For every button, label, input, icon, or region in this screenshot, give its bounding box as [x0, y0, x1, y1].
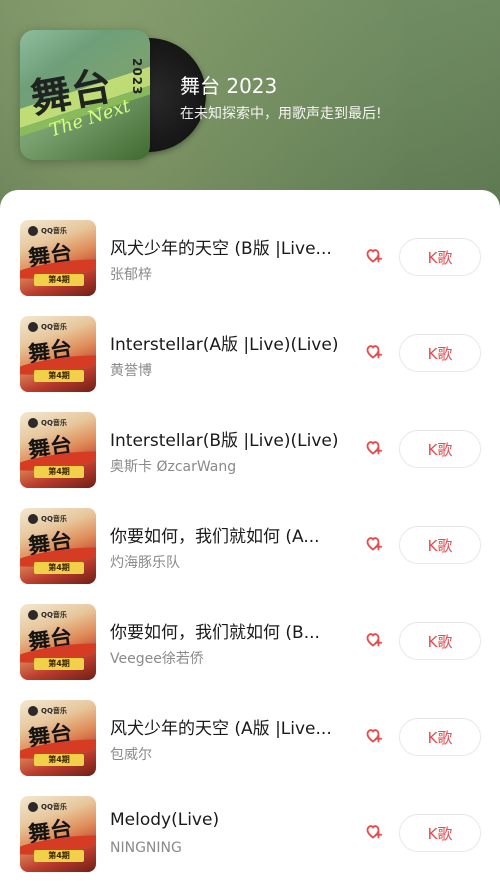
add-to-playlist-icon[interactable]	[362, 533, 384, 555]
song-thumbnail: QQ音乐 舞台 第4期	[20, 412, 96, 488]
song-artist: 奥斯卡 ØzcarWang	[110, 459, 237, 475]
song-title: Melody(Live)	[110, 810, 220, 830]
karaoke-button[interactable]: K歌	[399, 526, 481, 564]
add-to-playlist-icon[interactable]	[362, 245, 384, 267]
playlist-subtitle: 在未知探索中，用歌声走到最后!	[180, 106, 382, 122]
playlist-header: 舞台 The Next 2023 舞台 2023 在未知探索中，用歌声走到最后!	[0, 0, 500, 200]
song-thumbnail: QQ音乐 舞台 第4期	[20, 316, 96, 392]
song-title: Interstellar(A版 |Live)(Live)	[110, 335, 339, 355]
qq-music-logo-icon	[28, 226, 38, 236]
karaoke-button[interactable]: K歌	[399, 334, 481, 372]
song-artist: Veegee徐若侨	[110, 651, 204, 667]
song-thumbnail: QQ音乐 舞台 第4期	[20, 220, 96, 296]
song-row[interactable]: QQ音乐 舞台 第4期 Interstellar(B版 |Live)(Live)…	[0, 382, 500, 488]
thumb-episode: 第4期	[34, 658, 84, 670]
song-row[interactable]: QQ音乐 舞台 第4期 你要如何，我们就如何 (A... 灼海豚乐队 K歌	[0, 478, 500, 584]
song-title: Interstellar(B版 |Live)(Live)	[110, 431, 339, 451]
song-artist: 黄誉博	[110, 363, 152, 379]
song-row[interactable]: QQ音乐 舞台 第4期 风犬少年的天空 (A版 |Live... 包威尔 K歌	[0, 670, 500, 776]
karaoke-button[interactable]: K歌	[399, 238, 481, 276]
song-artist: 灼海豚乐队	[110, 555, 180, 571]
song-thumbnail: QQ音乐 舞台 第4期	[20, 604, 96, 680]
karaoke-button[interactable]: K歌	[399, 430, 481, 468]
add-to-playlist-icon[interactable]	[362, 629, 384, 651]
song-title: 风犬少年的天空 (B版 |Live...	[110, 239, 332, 259]
qq-music-logo-icon	[28, 802, 38, 812]
song-title: 你要如何，我们就如何 (A...	[110, 527, 320, 547]
add-to-playlist-icon[interactable]	[362, 821, 384, 843]
song-title: 你要如何，我们就如何 (B...	[110, 623, 320, 643]
playlist-title: 舞台 2023	[180, 74, 278, 98]
thumb-brand-text: QQ音乐	[41, 803, 67, 811]
song-thumbnail: QQ音乐 舞台 第4期	[20, 700, 96, 776]
qq-music-logo-icon	[28, 514, 38, 524]
qq-music-logo-icon	[28, 706, 38, 716]
thumb-brand-text: QQ音乐	[41, 227, 67, 235]
song-row[interactable]: QQ音乐 舞台 第4期 Interstellar(A版 |Live)(Live)…	[0, 286, 500, 392]
thumb-brand-text: QQ音乐	[41, 707, 67, 715]
karaoke-button[interactable]: K歌	[399, 718, 481, 756]
add-to-playlist-icon[interactable]	[362, 725, 384, 747]
add-to-playlist-icon[interactable]	[362, 437, 384, 459]
thumb-episode: 第4期	[34, 370, 84, 382]
song-row[interactable]: QQ音乐 舞台 第4期 你要如何，我们就如何 (B... Veegee徐若侨 K…	[0, 574, 500, 680]
thumb-brand-text: QQ音乐	[41, 515, 67, 523]
add-to-playlist-icon[interactable]	[362, 341, 384, 363]
thumb-episode: 第4期	[34, 466, 84, 478]
qq-music-logo-icon	[28, 418, 38, 428]
song-artist: NINGNING	[110, 840, 182, 856]
song-thumbnail: QQ音乐 舞台 第4期	[20, 796, 96, 872]
qq-music-logo-icon	[28, 610, 38, 620]
song-row[interactable]: QQ音乐 舞台 第4期 Melody(Live) NINGNING K歌	[0, 766, 500, 872]
cover-year-text: 2023	[130, 58, 144, 96]
song-artist: 张郁梓	[110, 267, 152, 283]
album-cover[interactable]: 舞台 The Next 2023	[20, 30, 150, 160]
thumb-brand-text: QQ音乐	[41, 323, 67, 331]
album-art-wrap[interactable]: 舞台 The Next 2023	[20, 30, 206, 160]
thumb-brand-text: QQ音乐	[41, 419, 67, 427]
thumb-episode: 第4期	[34, 754, 84, 766]
thumb-brand-text: QQ音乐	[41, 611, 67, 619]
thumb-episode: 第4期	[34, 562, 84, 574]
song-artist: 包威尔	[110, 747, 152, 763]
song-title: 风犬少年的天空 (A版 |Live...	[110, 719, 332, 739]
thumb-episode: 第4期	[34, 274, 84, 286]
song-list-sheet: QQ音乐 舞台 第4期 风犬少年的天空 (B版 |Live... 张郁梓 K歌	[0, 190, 500, 885]
thumb-episode: 第4期	[34, 850, 84, 862]
song-row[interactable]: QQ音乐 舞台 第4期 风犬少年的天空 (B版 |Live... 张郁梓 K歌	[0, 190, 500, 296]
qq-music-logo-icon	[28, 322, 38, 332]
karaoke-button[interactable]: K歌	[399, 622, 481, 660]
karaoke-button[interactable]: K歌	[399, 814, 481, 852]
song-thumbnail: QQ音乐 舞台 第4期	[20, 508, 96, 584]
